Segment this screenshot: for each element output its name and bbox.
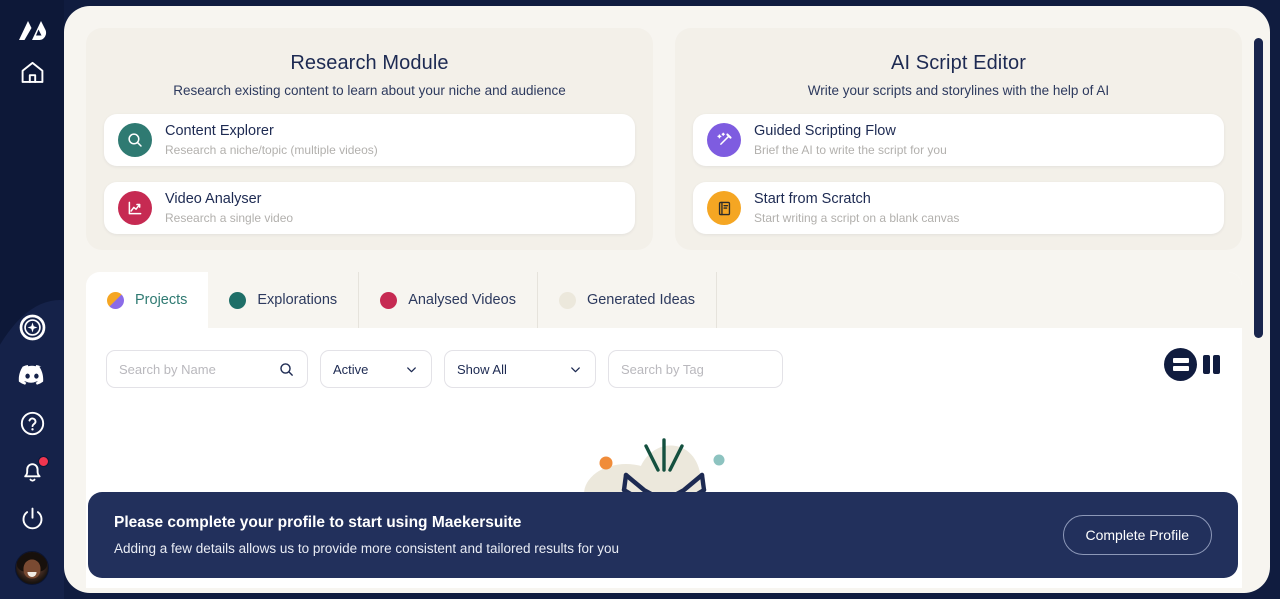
status-filter-value: Active [333, 361, 369, 377]
tab-generated-ideas-label: Generated Ideas [586, 292, 695, 308]
tab-analysed-videos[interactable]: Analysed Videos [359, 272, 538, 328]
guided-scripting-title: Guided Scripting Flow [754, 123, 896, 140]
view-toggle [1164, 348, 1220, 381]
list-view-button[interactable] [1164, 348, 1197, 381]
projects-dot-icon [107, 291, 124, 309]
notification-badge-dot [38, 456, 49, 467]
research-module-subtitle: Research existing content to learn about… [173, 83, 566, 98]
power-icon[interactable] [0, 498, 64, 538]
status-filter-select[interactable]: Active [320, 350, 432, 388]
chart-line-icon [118, 191, 152, 225]
module-cards: Research Module Research existing conten… [86, 28, 1242, 250]
video-analyser-title: Video Analyser [165, 191, 262, 208]
search-by-name-input[interactable]: Search by Name [106, 350, 308, 388]
tab-projects-label: Projects [135, 292, 188, 308]
tab-projects[interactable]: Projects [86, 272, 209, 328]
banner-subtitle: Adding a few details allows us to provid… [114, 541, 620, 556]
content-explorer-desc: Research a niche/topic (multiple videos) [165, 142, 378, 157]
help-circle-icon[interactable] [0, 403, 64, 443]
tab-generated-ideas[interactable]: Generated Ideas [538, 272, 717, 328]
explorations-dot-icon [229, 291, 247, 309]
home-icon[interactable] [0, 52, 64, 92]
content-explorer-option[interactable]: Content Explorer Research a niche/topic … [104, 114, 635, 166]
search-icon[interactable] [278, 361, 295, 378]
notification-bell-icon[interactable] [0, 450, 64, 490]
ai-script-editor-subtitle: Write your scripts and storylines with t… [807, 83, 1110, 98]
search-icon [118, 123, 152, 157]
document-icon [707, 191, 741, 225]
scope-filter-select[interactable]: Show All [444, 350, 596, 388]
add-circle-icon[interactable] [0, 307, 64, 347]
ai-script-editor-card: AI Script Editor Write your scripts and … [675, 28, 1242, 250]
search-by-tag-input[interactable]: Search by Tag [608, 350, 783, 388]
chevron-down-icon [404, 362, 419, 377]
magic-wand-icon [707, 123, 741, 157]
scope-filter-value: Show All [457, 361, 507, 377]
avatar[interactable] [0, 546, 64, 590]
tab-analysed-videos-label: Analysed Videos [408, 292, 516, 308]
search-by-tag-placeholder: Search by Tag [621, 361, 704, 377]
ai-script-editor-title: AI Script Editor [891, 52, 1026, 74]
guided-scripting-desc: Brief the AI to write the script for you [754, 142, 947, 157]
analysed-videos-dot-icon [380, 291, 398, 309]
generated-ideas-dot-icon [558, 291, 576, 309]
tab-explorations[interactable]: Explorations [208, 272, 360, 328]
tab-explorations-label: Explorations [257, 292, 338, 308]
start-from-scratch-option[interactable]: Start from Scratch Start writing a scrip… [693, 182, 1224, 234]
chevron-down-icon [568, 362, 583, 377]
complete-profile-banner: Please complete your profile to start us… [88, 492, 1238, 578]
video-analyser-desc: Research a single video [165, 210, 294, 225]
video-analyser-option[interactable]: Video Analyser Research a single video [104, 182, 635, 234]
research-module-title: Research Module [290, 52, 449, 74]
filter-bar: Search by Name Active Show All Search by… [106, 350, 783, 388]
start-from-scratch-desc: Start writing a script on a blank canvas [754, 210, 960, 225]
complete-profile-button[interactable]: Complete Profile [1062, 515, 1212, 555]
discord-icon[interactable] [0, 355, 64, 395]
start-from-scratch-title: Start from Scratch [754, 191, 871, 208]
vertical-scrollbar[interactable] [1254, 38, 1263, 338]
banner-title: Please complete your profile to start us… [114, 514, 522, 531]
research-module-card: Research Module Research existing conten… [86, 28, 653, 250]
guided-scripting-flow-option[interactable]: Guided Scripting Flow Brief the AI to wr… [693, 114, 1224, 166]
search-by-name-placeholder: Search by Name [119, 361, 216, 377]
sidebar [0, 0, 64, 599]
maekersuite-logo-icon[interactable] [0, 8, 64, 54]
content-explorer-title: Content Explorer [165, 123, 274, 140]
tab-bar: Projects Explorations Analysed Videos Ge… [86, 272, 1242, 328]
grid-view-button[interactable] [1203, 355, 1220, 374]
